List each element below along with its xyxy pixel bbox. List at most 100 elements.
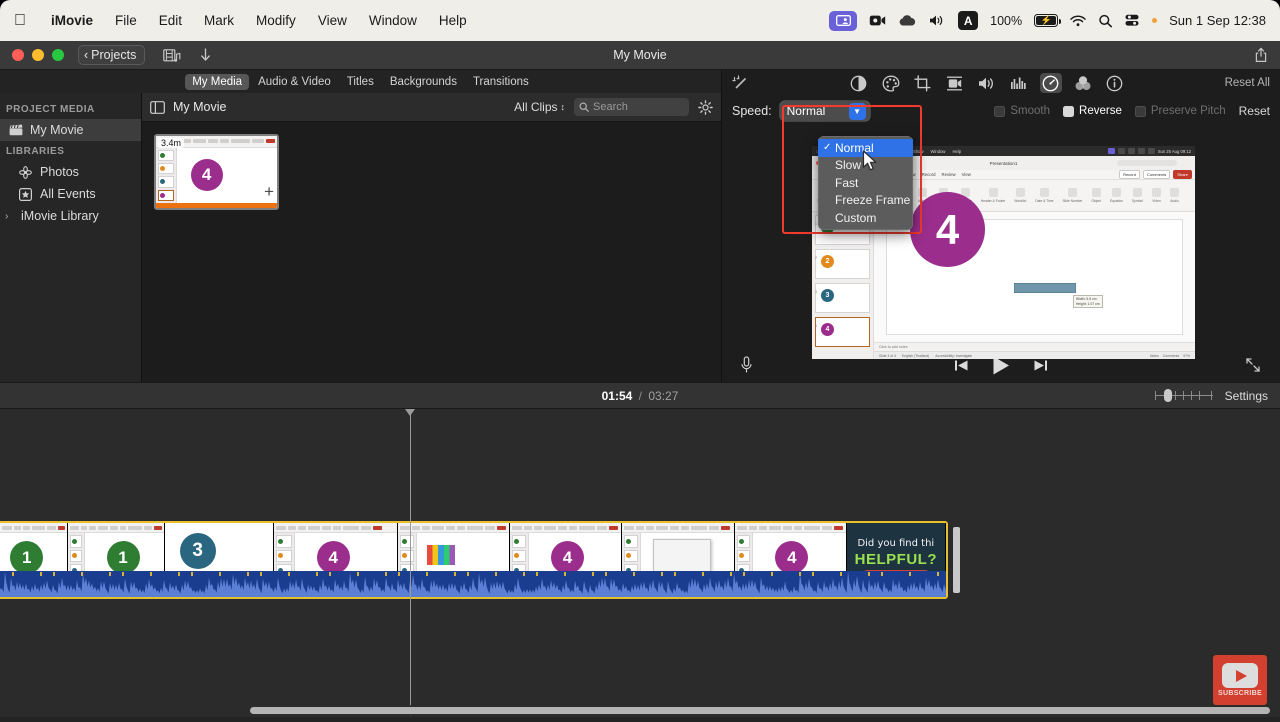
disclosure-triangle-icon[interactable]: › bbox=[5, 211, 14, 222]
youtube-subscribe-watermark[interactable]: SUBSCRIBE bbox=[1213, 655, 1267, 705]
volume-icon[interactable] bbox=[929, 14, 946, 27]
tab-transitions[interactable]: Transitions bbox=[466, 74, 536, 90]
crop-icon[interactable] bbox=[912, 73, 934, 93]
ppt-document-title: Presentation1 bbox=[990, 161, 1018, 166]
filters-icon[interactable] bbox=[1072, 73, 1094, 93]
screen-record-icon[interactable] bbox=[869, 14, 886, 27]
media-content-pane: My Movie All Clips ↕ bbox=[142, 93, 721, 382]
reset-all-button[interactable]: Reset All bbox=[1225, 77, 1270, 89]
clip-badge-number: 4 bbox=[191, 159, 223, 191]
ppt-ribbon-group: WordArt bbox=[1014, 188, 1026, 203]
timeline-horizontal-scrollbar[interactable] bbox=[250, 707, 1270, 714]
menu-mark[interactable]: Mark bbox=[193, 11, 245, 30]
ppt-status-bar: Slide 4 of 4 English (Thailand) Accessib… bbox=[874, 351, 1195, 359]
back-to-projects-button[interactable]: ‹ Projects bbox=[78, 45, 145, 65]
tab-audio-video[interactable]: Audio & Video bbox=[251, 74, 338, 90]
close-button[interactable] bbox=[12, 49, 24, 61]
speed-popup-button[interactable]: Normal ▼ bbox=[780, 101, 870, 121]
maximize-button[interactable] bbox=[52, 49, 64, 61]
film-music-icon[interactable] bbox=[163, 48, 181, 63]
magic-wand-icon[interactable] bbox=[732, 75, 749, 92]
timeline-settings-button[interactable]: Settings bbox=[1225, 389, 1268, 403]
volume-icon[interactable] bbox=[976, 73, 998, 93]
checkbox-reverse[interactable]: Reverse bbox=[1063, 105, 1122, 117]
equalizer-icon[interactable] bbox=[1008, 73, 1030, 93]
speed-option-fast[interactable]: Fast bbox=[818, 174, 913, 192]
info-icon[interactable] bbox=[1104, 73, 1126, 93]
timeline-audio-waveform[interactable] bbox=[0, 571, 946, 597]
search-box[interactable] bbox=[574, 98, 689, 116]
wifi-icon[interactable] bbox=[1070, 15, 1086, 27]
back-to-projects-label: Projects bbox=[91, 48, 136, 62]
skip-to-start-icon[interactable] bbox=[954, 358, 969, 373]
minimize-button[interactable] bbox=[32, 49, 44, 61]
speed-icon[interactable] bbox=[1040, 73, 1062, 93]
timeline-playhead[interactable] bbox=[410, 409, 411, 705]
menu-imovie[interactable]: iMovie bbox=[40, 11, 104, 30]
skip-to-end-icon[interactable] bbox=[1033, 358, 1048, 373]
spotlight-search-icon[interactable] bbox=[1098, 14, 1113, 28]
tab-titles[interactable]: Titles bbox=[340, 74, 381, 90]
timeline-clip-strip[interactable]: 113444Did you find thiHELPFUL?SUBSCRIBE bbox=[0, 521, 948, 599]
color-balance-icon[interactable] bbox=[848, 73, 870, 93]
sidebar-item-label-imovie-library: iMovie Library bbox=[21, 209, 99, 223]
tab-my-media[interactable]: My Media bbox=[185, 74, 249, 90]
zoom-slider-knob[interactable] bbox=[1164, 389, 1172, 402]
input-source-icon[interactable]: A bbox=[958, 11, 978, 30]
timeline-clip-badge: 1 bbox=[107, 541, 140, 574]
ppt-tab-review: Review bbox=[941, 172, 955, 177]
speed-option-label: Normal bbox=[835, 141, 874, 155]
all-clips-filter[interactable]: All Clips ↕ bbox=[514, 100, 565, 114]
menu-modify[interactable]: Modify bbox=[245, 11, 307, 30]
sidebar-item-my-movie[interactable]: My Movie bbox=[0, 119, 141, 141]
speed-option-freeze-frame[interactable]: Freeze Frame bbox=[818, 192, 913, 210]
clapperboard-icon bbox=[8, 124, 23, 136]
speed-reset-button[interactable]: Reset bbox=[1239, 104, 1270, 118]
ppt-slide-thumbnail: 33 bbox=[815, 283, 870, 313]
plus-icon[interactable]: + bbox=[264, 183, 274, 200]
ppt-tab-view: View bbox=[962, 172, 971, 177]
share-icon[interactable] bbox=[1254, 47, 1268, 63]
speed-option-custom[interactable]: Custom bbox=[818, 209, 913, 227]
color-correction-icon[interactable] bbox=[880, 73, 902, 93]
timeline-zoom-slider[interactable] bbox=[1155, 390, 1213, 402]
battery-charging-icon[interactable]: ⚡ bbox=[1034, 14, 1058, 27]
ppt-ribbon-group: Video bbox=[1152, 188, 1161, 203]
sidebar-toggle-icon[interactable] bbox=[150, 101, 165, 114]
tab-backgrounds[interactable]: Backgrounds bbox=[383, 74, 464, 90]
menu-window[interactable]: Window bbox=[358, 11, 428, 30]
timecode-display: 01:54 / 03:27 bbox=[0, 389, 1280, 403]
speed-option-slow[interactable]: Slow bbox=[818, 157, 913, 175]
expand-icon[interactable] bbox=[1244, 356, 1262, 374]
sidebar-item-photos[interactable]: Photos bbox=[0, 161, 141, 183]
ppt-status-record-icon bbox=[1118, 148, 1125, 154]
ppt-shape-size-tooltip: Width: 5.5 cmHeight: 1.07 cm bbox=[1073, 295, 1103, 308]
media-clip-item[interactable]: 4 3.4m + bbox=[154, 134, 279, 210]
gear-icon[interactable] bbox=[698, 100, 713, 115]
imovie-screen:  iMovie File Edit Mark Modify View Wind… bbox=[0, 0, 1280, 722]
speed-dropdown-menu[interactable]: ✓NormalSlowFastFreeze FrameCustom bbox=[818, 136, 913, 230]
checkbox-preserve-pitch[interactable]: Preserve Pitch bbox=[1135, 105, 1226, 117]
ppt-status-notes: Notes bbox=[1150, 354, 1159, 358]
menu-file[interactable]: File bbox=[104, 11, 148, 30]
clip-trim-handle-right[interactable] bbox=[953, 527, 960, 593]
speed-option-normal[interactable]: ✓Normal bbox=[818, 139, 913, 157]
download-arrow-icon[interactable] bbox=[199, 47, 212, 63]
sidebar-item-all-events[interactable]: All Events bbox=[0, 183, 141, 205]
search-input[interactable] bbox=[593, 101, 684, 113]
apple-icon[interactable]:  bbox=[14, 13, 26, 29]
battery-percent: 100% bbox=[990, 14, 1022, 28]
stabilization-icon[interactable] bbox=[944, 73, 966, 93]
menu-bar-clock[interactable]: Sun 1 Sep 12:38 bbox=[1169, 13, 1266, 28]
timeline[interactable]: 113444Did you find thiHELPFUL?SUBSCRIBE … bbox=[0, 409, 1280, 717]
cloud-icon[interactable] bbox=[898, 14, 917, 27]
menu-edit[interactable]: Edit bbox=[148, 11, 193, 30]
control-center-icon[interactable] bbox=[1125, 14, 1140, 27]
sidebar-item-imovie-library[interactable]: › iMovie Library bbox=[0, 205, 141, 227]
menu-view[interactable]: View bbox=[307, 11, 358, 30]
checkbox-smooth[interactable]: Smooth bbox=[994, 105, 1050, 117]
menu-help[interactable]: Help bbox=[428, 11, 478, 30]
all-clips-label: All Clips bbox=[514, 100, 557, 114]
ppt-tab-record: Record bbox=[922, 172, 936, 177]
screen-share-icon[interactable] bbox=[829, 11, 857, 31]
